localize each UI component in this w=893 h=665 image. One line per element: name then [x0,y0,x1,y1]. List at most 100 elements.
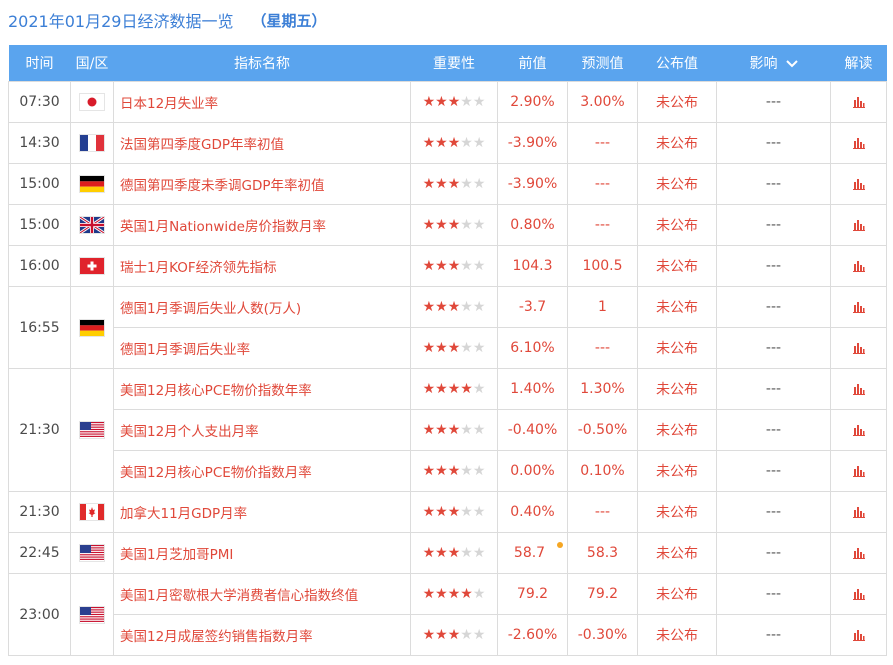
indicator-name[interactable]: 美国12月成屋签约销售指数月率 [113,614,411,656]
col-header-impact[interactable]: 影响 [716,45,831,82]
forecast-value: 58.3 [567,532,638,574]
impact-value: --- [716,368,831,410]
interpret-cell[interactable] [830,491,887,533]
col-header-importance[interactable]: 重要性 [410,45,498,82]
actual-value: 未公布 [637,245,717,287]
star-icon: ★ [472,176,486,192]
indicator-name[interactable]: 加拿大11月GDP月率 [113,491,411,533]
bar-chart-icon[interactable] [852,629,865,641]
star-icon: ★ [447,94,461,110]
germany-flag [79,318,105,337]
revised-dot-icon [557,542,564,548]
star-icon: ★ [460,176,473,192]
interpret-cell[interactable] [830,409,887,451]
prev-value-cell: 58.7 [497,532,568,574]
interpret-cell[interactable] [830,573,887,615]
page-title-weekday: （星期五） [251,11,327,30]
interpret-cell[interactable] [830,327,887,369]
page-title-date: 2021年01月29日经济数据一览 [8,12,234,31]
star-icon: ★ [422,627,436,643]
switzerland-flag [79,257,105,275]
interpret-cell[interactable] [830,532,887,574]
star-icon: ★ [460,463,473,479]
star-icon: ★ [472,340,486,356]
impact-value: --- [716,532,831,574]
uk-flag [79,215,105,235]
indicator-name[interactable]: 法国第四季度GDP年率初值 [113,122,411,164]
bar-chart-icon[interactable] [852,260,865,272]
bar-chart-icon[interactable] [852,547,865,559]
interpret-cell[interactable] [830,450,887,492]
usa-flag [79,544,105,562]
star-icon: ★ [447,381,461,397]
star-icon: ★ [435,176,448,192]
indicator-name[interactable]: 德国1月季调后失业率 [113,327,411,369]
star-icon: ★ [435,217,448,233]
importance-stars: ★★★★★ [410,163,498,205]
col-header-time: 时间 [8,45,71,82]
prev-value-cell: 0.00% [497,450,568,492]
interpret-cell[interactable] [830,368,887,410]
bar-chart-icon[interactable] [852,424,865,436]
importance-stars: ★★★★★ [410,573,498,615]
indicator-name[interactable]: 美国12月核心PCE物价指数月率 [113,450,411,492]
prev-value-cell: -0.40% [497,409,568,451]
bar-chart-icon[interactable] [852,137,865,149]
interpret-cell[interactable] [830,163,887,205]
bar-chart-icon[interactable] [852,342,865,354]
time-cell: 16:00 [8,245,71,287]
indicator-name[interactable]: 美国1月密歇根大学消费者信心指数终值 [113,573,411,615]
indicator-name[interactable]: 瑞士1月KOF经济领先指标 [113,245,411,287]
chevron-down-icon[interactable] [785,60,798,68]
forecast-value: --- [567,491,638,533]
bar-chart-icon[interactable] [852,465,865,477]
bar-chart-icon[interactable] [852,219,865,231]
time-cell: 21:30 [8,368,71,492]
bar-chart-icon[interactable] [852,506,865,518]
importance-stars: ★★★★★ [410,532,498,574]
interpret-cell[interactable] [830,286,887,328]
prev-value-cell: 1.40% [497,368,568,410]
star-icon: ★ [472,463,486,479]
indicator-name[interactable]: 美国12月核心PCE物价指数年率 [113,368,411,410]
impact-value: --- [716,327,831,369]
country-cell [70,81,114,123]
forecast-value: 79.2 [567,573,638,615]
bar-chart-icon[interactable] [852,301,865,313]
bar-chart-icon[interactable] [852,588,865,600]
indicator-name[interactable]: 德国1月季调后失业人数(万人) [113,286,411,328]
indicator-name[interactable]: 德国第四季度未季调GDP年率初值 [113,163,411,205]
indicator-name[interactable]: 日本12月失业率 [113,81,411,123]
star-icon: ★ [472,258,486,274]
country-cell [70,245,114,287]
prev-value: -2.60% [507,627,558,643]
star-icon: ★ [435,258,448,274]
table-row: 15:00 德国第四季度未季调GDP年率初值 ★★★★★ -3.90% --- 未公布 --… [8,163,887,205]
interpret-cell[interactable] [830,204,887,246]
table-row: 21:30 加拿大11月GDP月率 ★★★★★ 0.40% --- 未公布 --- [8,491,887,533]
star-icon: ★ [472,504,486,520]
importance-stars: ★★★★★ [410,327,498,369]
interpret-cell[interactable] [830,614,887,656]
interpret-cell[interactable] [830,122,887,164]
interpret-cell[interactable] [830,245,887,287]
indicator-name[interactable]: 英国1月Nationwide房价指数月率 [113,204,411,246]
star-icon: ★ [472,545,486,561]
bar-chart-icon[interactable] [852,178,865,190]
star-icon: ★ [422,258,436,274]
interpret-cell[interactable] [830,81,887,123]
star-icon: ★ [435,135,448,151]
table-row: 23:00 美国1月密歇根大学消费者信心指数终值 ★★★★★ 79.2 79.2 未公布 -… [8,573,887,656]
table-row: 美国12月个人支出月率 ★★★★★ -0.40% -0.50% 未公布 --- [9,409,887,451]
prev-value-cell: -3.7 [497,286,568,328]
prev-value-cell: -3.90% [497,163,568,205]
indicator-name[interactable]: 美国12月个人支出月率 [113,409,411,451]
forecast-value: 0.10% [567,450,638,492]
forecast-value: --- [567,122,638,164]
indicator-name[interactable]: 美国1月芝加哥PMI [113,532,411,574]
bar-chart-icon[interactable] [852,383,865,395]
bar-chart-icon[interactable] [852,96,865,108]
star-icon: ★ [447,545,461,561]
forecast-value: 1 [567,286,638,328]
star-icon: ★ [447,135,461,151]
